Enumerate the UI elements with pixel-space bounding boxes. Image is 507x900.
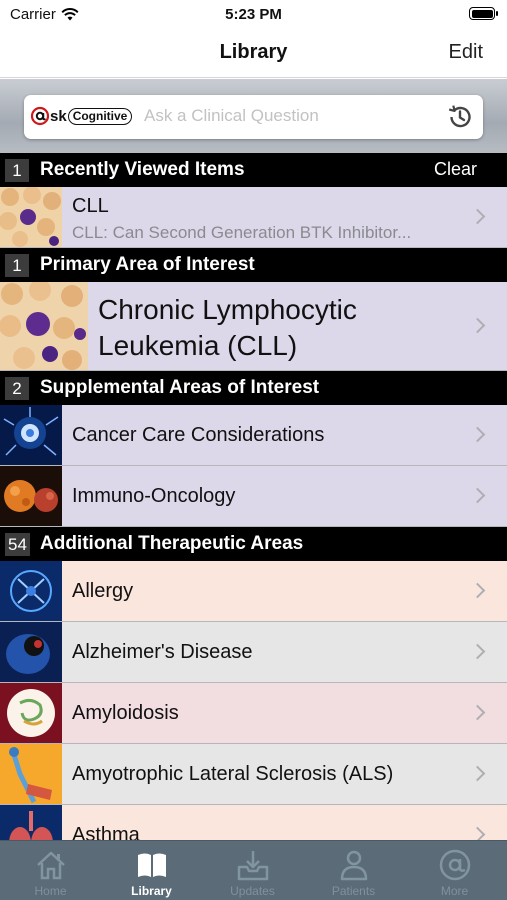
primary-section-header: 1 Primary Area of Interest bbox=[0, 248, 507, 282]
primary-count-badge: 1 bbox=[5, 254, 29, 277]
supplemental-item-label: Cancer Care Considerations bbox=[72, 424, 325, 446]
additional-item-amyloidosis[interactable]: Amyloidosis bbox=[0, 683, 507, 744]
tab-updates[interactable]: Updates bbox=[202, 841, 303, 900]
recent-section-header: 1 Recently Viewed Items Clear bbox=[0, 153, 507, 187]
primary-item-title-line1: Chronic Lymphocytic bbox=[98, 294, 357, 325]
recent-item-cll[interactable]: CLL CLL: Can Second Generation BTK Inhib… bbox=[0, 187, 507, 248]
recent-section-title: Recently Viewed Items bbox=[40, 159, 245, 180]
edit-button[interactable]: Edit bbox=[449, 41, 483, 64]
immuno-cell-thumbnail bbox=[0, 466, 62, 526]
allergy-thumbnail bbox=[0, 561, 62, 621]
tab-label: Updates bbox=[230, 884, 275, 898]
tab-bar: Home Library Updates Patients More bbox=[0, 840, 507, 900]
search-area: sk Cognitive bbox=[0, 79, 507, 153]
navigation-bar: Library Edit bbox=[0, 30, 507, 78]
additional-item-allergy[interactable]: Allergy bbox=[0, 561, 507, 622]
supplemental-section-title: Supplemental Areas of Interest bbox=[40, 377, 320, 398]
history-clock-icon[interactable] bbox=[446, 103, 474, 131]
amyloidosis-thumbnail bbox=[0, 683, 62, 743]
chevron-right-icon bbox=[469, 426, 486, 443]
ask-at-icon bbox=[30, 106, 50, 126]
tab-patients[interactable]: Patients bbox=[303, 841, 404, 900]
recent-item-title: CLL bbox=[72, 195, 109, 217]
primary-item-cll[interactable]: Chronic Lymphocytic Leukemia (CLL) bbox=[0, 282, 507, 371]
supplemental-item-immuno-oncology[interactable]: Immuno-Oncology bbox=[0, 466, 507, 527]
alzheimers-thumbnail bbox=[0, 622, 62, 682]
tab-more[interactable]: More bbox=[404, 841, 505, 900]
additional-count-badge: 54 bbox=[5, 533, 30, 556]
additional-section-header: 54 Additional Therapeutic Areas bbox=[0, 527, 507, 561]
home-icon bbox=[37, 851, 65, 880]
primary-section-title: Primary Area of Interest bbox=[40, 254, 255, 275]
chevron-right-icon bbox=[469, 208, 486, 225]
additional-item-label: Amyloidosis bbox=[72, 702, 179, 724]
chevron-right-icon bbox=[469, 704, 486, 721]
at-sign-icon bbox=[439, 849, 471, 881]
tab-label: Patients bbox=[331, 884, 376, 898]
additional-item-als[interactable]: Amyotrophic Lateral Sclerosis (ALS) bbox=[0, 744, 507, 805]
supplemental-item-cancer-care[interactable]: Cancer Care Considerations bbox=[0, 405, 507, 466]
recent-count-badge: 1 bbox=[5, 159, 29, 182]
search-box[interactable]: sk Cognitive bbox=[24, 95, 483, 139]
als-thumbnail bbox=[0, 744, 62, 804]
status-time: 5:23 PM bbox=[225, 6, 282, 23]
additional-item-label: Amyotrophic Lateral Sclerosis (ALS) bbox=[72, 763, 394, 785]
primary-item-title-line2: Leukemia (CLL) bbox=[98, 330, 298, 361]
search-input[interactable] bbox=[144, 106, 424, 126]
tab-label: Library bbox=[131, 884, 172, 898]
person-icon bbox=[340, 850, 368, 881]
cancer-cell-thumbnail bbox=[0, 405, 62, 465]
additional-section-title: Additional Therapeutic Areas bbox=[40, 533, 304, 554]
logo-ask-text: sk bbox=[50, 107, 67, 125]
cll-cells-thumbnail bbox=[0, 187, 62, 247]
book-icon bbox=[138, 853, 166, 877]
page-title: Library bbox=[219, 41, 288, 63]
ask-cognitive-logo: sk Cognitive bbox=[30, 106, 133, 126]
logo-cognitive-text: Cognitive bbox=[67, 107, 133, 125]
tab-label: Home bbox=[34, 884, 67, 898]
chevron-right-icon bbox=[469, 317, 486, 334]
additional-item-label: Alzheimer's Disease bbox=[72, 641, 253, 663]
status-bar: Carrier 5:23 PM bbox=[0, 0, 507, 30]
tab-label: More bbox=[440, 884, 469, 898]
chevron-right-icon bbox=[469, 765, 486, 782]
cll-cells-thumbnail-large bbox=[0, 282, 88, 370]
chevron-right-icon bbox=[469, 643, 486, 660]
chevron-right-icon bbox=[469, 487, 486, 504]
recent-item-subtitle: CLL: Can Second Generation BTK Inhibitor… bbox=[72, 223, 412, 242]
supplemental-section-header: 2 Supplemental Areas of Interest bbox=[0, 371, 507, 405]
additional-item-label: Allergy bbox=[72, 580, 134, 602]
chevron-right-icon bbox=[469, 582, 486, 599]
supplemental-count-badge: 2 bbox=[5, 377, 29, 400]
supplemental-item-label: Immuno-Oncology bbox=[72, 485, 236, 507]
tab-library[interactable]: Library bbox=[101, 841, 202, 900]
inbox-download-icon bbox=[237, 851, 269, 881]
additional-item-alzheimers[interactable]: Alzheimer's Disease bbox=[0, 622, 507, 683]
tab-home[interactable]: Home bbox=[0, 841, 101, 900]
clear-button[interactable]: Clear bbox=[434, 159, 477, 180]
battery-icon bbox=[469, 7, 498, 20]
